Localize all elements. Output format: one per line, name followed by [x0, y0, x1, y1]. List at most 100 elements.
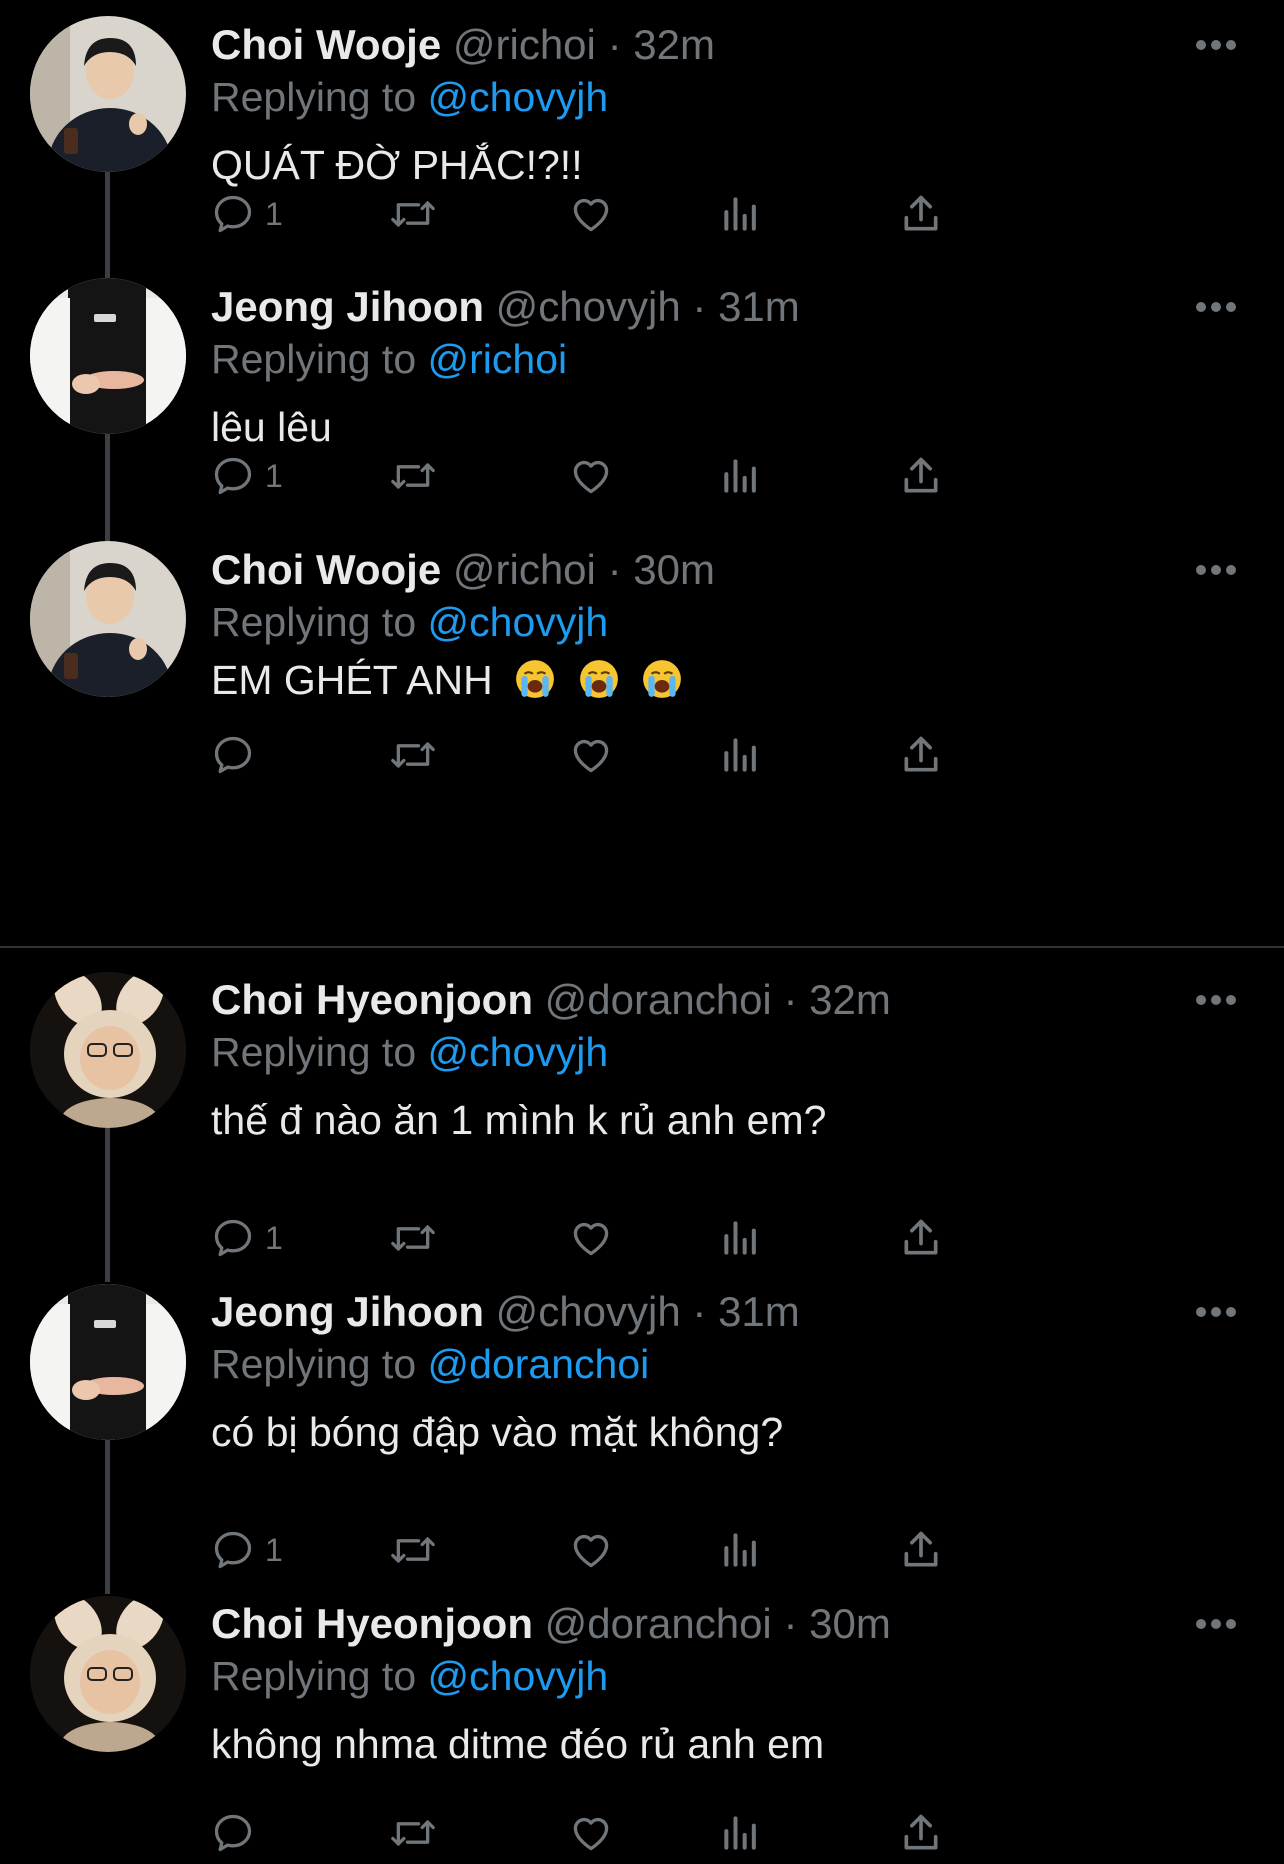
- share-icon: [904, 1531, 938, 1567]
- tweet-text: thế đ nào ăn 1 mình k rủ anh em?: [211, 1097, 827, 1143]
- replying-to: Replying to @chovyjh: [211, 597, 608, 647]
- like-button[interactable]: [569, 725, 613, 785]
- tweet-header: Jeong Jihoon @chovyjh · 31m: [211, 282, 800, 332]
- like-button[interactable]: [569, 1520, 613, 1580]
- more-button[interactable]: [1194, 38, 1238, 52]
- action-bar: [211, 725, 1141, 785]
- author-handle[interactable]: @richoi: [453, 21, 596, 68]
- retweet-icon: [391, 742, 435, 768]
- timestamp[interactable]: 31m: [718, 1288, 800, 1335]
- like-button[interactable]: [569, 1803, 613, 1863]
- reply-button[interactable]: [211, 1803, 255, 1863]
- mention-link[interactable]: @chovyjh: [428, 1653, 609, 1699]
- separator-dot: ·: [783, 976, 798, 1023]
- separator-dot: ·: [607, 21, 622, 68]
- retweet-icon: [391, 1820, 435, 1846]
- views-button[interactable]: [719, 1520, 763, 1580]
- author-name[interactable]: Jeong Jihoon: [211, 283, 484, 330]
- author-handle[interactable]: @richoi: [453, 546, 596, 593]
- reply-button[interactable]: 1: [211, 1208, 283, 1268]
- replying-label: Replying to: [211, 1653, 417, 1699]
- views-button[interactable]: [719, 725, 763, 785]
- mention-link[interactable]: @chovyjh: [428, 1029, 609, 1075]
- more-button[interactable]: [1194, 563, 1238, 577]
- author-handle[interactable]: @chovyjh: [496, 283, 681, 330]
- timestamp[interactable]: 32m: [633, 21, 715, 68]
- avatar[interactable]: [30, 278, 186, 434]
- views-icon: [724, 459, 756, 493]
- tweet-header: Jeong Jihoon @chovyjh · 31m: [211, 1287, 800, 1337]
- tweet-header: Choi Wooje @richoi · 32m: [211, 20, 715, 70]
- replying-to: Replying to @chovyjh: [211, 72, 608, 122]
- reply-button[interactable]: [211, 725, 255, 785]
- more-button[interactable]: [1194, 300, 1238, 314]
- author-name[interactable]: Jeong Jihoon: [211, 1288, 484, 1335]
- action-bar: [211, 1803, 1141, 1863]
- retweet-button[interactable]: [389, 1208, 437, 1268]
- mention-link[interactable]: @doranchoi: [428, 1341, 650, 1387]
- retweet-button[interactable]: [389, 184, 437, 244]
- action-bar: 1: [211, 184, 1141, 244]
- mention-link[interactable]: @richoi: [428, 336, 568, 382]
- views-button[interactable]: [719, 1803, 763, 1863]
- author-handle[interactable]: @doranchoi: [545, 976, 772, 1023]
- share-button[interactable]: [899, 446, 943, 506]
- replying-to: Replying to @richoi: [211, 334, 567, 384]
- separator-dot: ·: [783, 1600, 798, 1647]
- retweet-button[interactable]: [389, 1803, 437, 1863]
- avatar[interactable]: [30, 972, 186, 1128]
- timestamp[interactable]: 31m: [718, 283, 800, 330]
- like-button[interactable]: [569, 446, 613, 506]
- avatar[interactable]: [30, 1596, 186, 1752]
- views-icon: [724, 1221, 756, 1255]
- share-button[interactable]: [899, 184, 943, 244]
- timestamp[interactable]: 30m: [809, 1600, 891, 1647]
- reply-button[interactable]: 1: [211, 184, 283, 244]
- timestamp[interactable]: 30m: [633, 546, 715, 593]
- like-icon: [573, 739, 609, 773]
- author-handle[interactable]: @chovyjh: [496, 1288, 681, 1335]
- like-button[interactable]: [569, 1208, 613, 1268]
- reply-count: 1: [265, 195, 283, 232]
- tweet-text: EM GHÉT ANH: [211, 657, 493, 703]
- author-name[interactable]: Choi Wooje: [211, 546, 441, 593]
- more-button[interactable]: [1194, 1305, 1238, 1319]
- mention-link[interactable]: @chovyjh: [428, 74, 609, 120]
- more-button[interactable]: [1194, 1617, 1238, 1631]
- loudly-crying-face-icon: [579, 660, 618, 698]
- retweet-button[interactable]: [389, 446, 437, 506]
- like-icon: [573, 1817, 609, 1851]
- mention-link[interactable]: @chovyjh: [428, 599, 609, 645]
- share-button[interactable]: [899, 1208, 943, 1268]
- author-name[interactable]: Choi Hyeonjoon: [211, 976, 533, 1023]
- more-button[interactable]: [1194, 993, 1238, 1007]
- reply-icon: [214, 195, 252, 233]
- views-icon: [724, 197, 756, 231]
- avatar[interactable]: [30, 541, 186, 697]
- author-name[interactable]: Choi Hyeonjoon: [211, 1600, 533, 1647]
- views-button[interactable]: [719, 184, 763, 244]
- avatar[interactable]: [30, 16, 186, 172]
- share-button[interactable]: [899, 1803, 943, 1863]
- like-button[interactable]: [569, 184, 613, 244]
- views-button[interactable]: [719, 446, 763, 506]
- reply-button[interactable]: 1: [211, 1520, 283, 1580]
- author-name[interactable]: Choi Wooje: [211, 21, 441, 68]
- timestamp[interactable]: 32m: [809, 976, 891, 1023]
- replying-to: Replying to @chovyjh: [211, 1651, 608, 1701]
- avatar[interactable]: [30, 1284, 186, 1440]
- retweet-button[interactable]: [389, 1520, 437, 1580]
- thread-divider: [0, 946, 1284, 948]
- reply-button[interactable]: 1: [211, 446, 283, 506]
- views-button[interactable]: [719, 1208, 763, 1268]
- author-handle[interactable]: @doranchoi: [545, 1600, 772, 1647]
- share-button[interactable]: [899, 1520, 943, 1580]
- tweet-text-row: EM GHÉT ANH: [211, 655, 683, 705]
- retweet-button[interactable]: [389, 725, 437, 785]
- tweet-header: Choi Wooje @richoi · 30m: [211, 545, 715, 595]
- share-icon: [904, 1814, 938, 1850]
- views-icon: [724, 738, 756, 772]
- replying-label: Replying to: [211, 599, 417, 645]
- share-button[interactable]: [899, 725, 943, 785]
- thread-connector: [105, 1440, 110, 1594]
